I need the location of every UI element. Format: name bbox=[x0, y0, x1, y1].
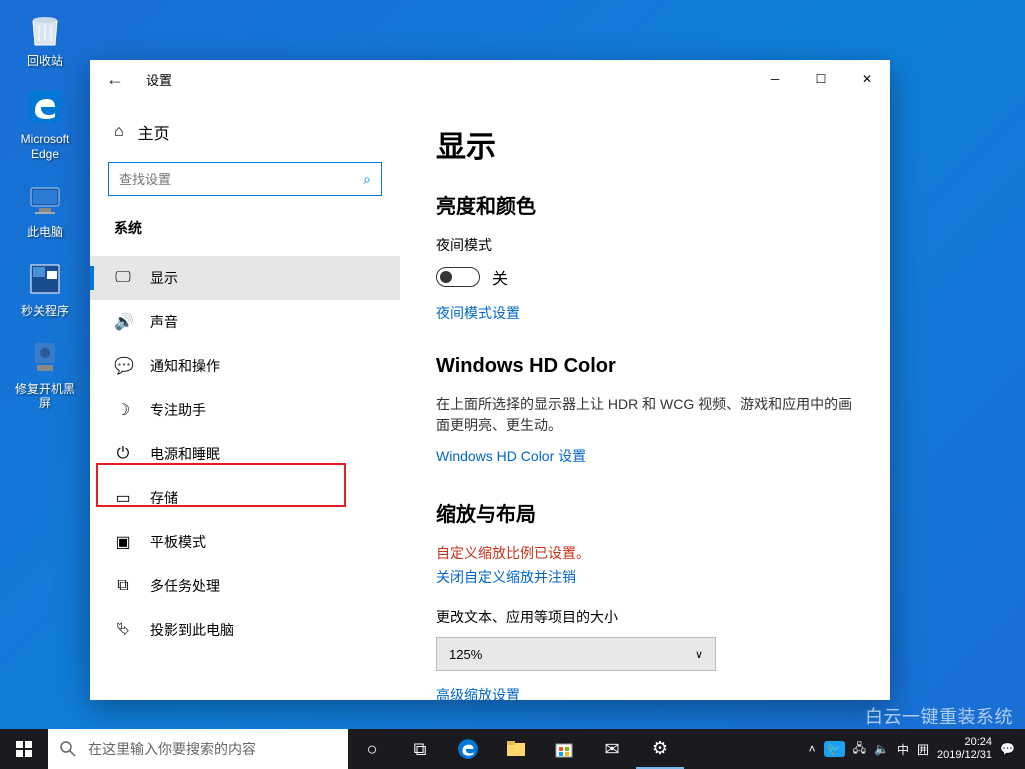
storage-icon: ▭ bbox=[114, 488, 132, 508]
desktop-icon-close-app[interactable]: 秒关程序 bbox=[10, 258, 80, 318]
taskbar-settings[interactable]: ⚙ bbox=[636, 729, 684, 769]
start-button[interactable] bbox=[0, 729, 48, 769]
night-mode-settings-link[interactable]: 夜间模式设置 bbox=[436, 303, 520, 323]
brightness-heading: 亮度和颜色 bbox=[436, 190, 860, 219]
window-title: 设置 bbox=[146, 70, 172, 89]
search-box[interactable]: ⌕ bbox=[108, 162, 382, 196]
advanced-scale-link[interactable]: 高级缩放设置 bbox=[436, 685, 520, 700]
scale-close-link[interactable]: 关闭自定义缩放并注销 bbox=[436, 567, 576, 587]
taskbar-store[interactable] bbox=[540, 729, 588, 769]
minimize-button[interactable]: ─ bbox=[752, 63, 798, 95]
search-icon: ⌕ bbox=[363, 171, 371, 188]
nav-multitask[interactable]: ⧉ 多任务处理 bbox=[90, 564, 400, 608]
home-icon: ⌂ bbox=[114, 123, 124, 141]
notifications-icon: 💬 bbox=[114, 356, 132, 376]
projecting-icon: ⮱ bbox=[114, 621, 132, 639]
night-mode-label: 夜间模式 bbox=[436, 235, 860, 255]
cortana-button[interactable]: ○ bbox=[348, 729, 396, 769]
hd-color-link[interactable]: Windows HD Color 设置 bbox=[436, 446, 586, 466]
nav-display[interactable]: 🖵 显示 bbox=[90, 256, 400, 300]
taskbar: 在这里输入你要搜索的内容 ○ ⧉ ✉ ⚙ ˄ 🐦 🖧 🔈 中 囲 20:24 2… bbox=[0, 729, 1025, 769]
this-pc-icon bbox=[24, 179, 66, 221]
nav-tablet[interactable]: ▣ 平板模式 bbox=[90, 520, 400, 564]
taskbar-edge[interactable] bbox=[444, 729, 492, 769]
taskbar-mail[interactable]: ✉ bbox=[588, 729, 636, 769]
chevron-down-icon: ∨ bbox=[695, 648, 703, 661]
scale-alert: 自定义缩放比例已设置。 bbox=[436, 543, 860, 563]
home-button[interactable]: ⌂ 主页 bbox=[90, 112, 400, 162]
recycle-bin-icon bbox=[24, 8, 66, 50]
task-view-button[interactable]: ⧉ bbox=[396, 729, 444, 769]
watermark: 白云一键重装系统 bbox=[865, 703, 1013, 729]
content-pane: 显示 亮度和颜色 夜间模式 关 夜间模式设置 Windows HD Color … bbox=[400, 98, 890, 700]
desktop-icon-this-pc[interactable]: 此电脑 bbox=[10, 179, 80, 239]
system-tray[interactable]: ˄ 🐦 🖧 🔈 中 囲 20:24 2019/12/31 💬 bbox=[809, 736, 1025, 762]
night-mode-state: 关 bbox=[492, 265, 508, 289]
page-title: 显示 bbox=[436, 122, 860, 166]
section-label: 系统 bbox=[90, 218, 400, 256]
nav-notifications[interactable]: 💬 通知和操作 bbox=[90, 344, 400, 388]
search-input[interactable] bbox=[119, 172, 363, 187]
tray-notifications-icon[interactable]: 💬 bbox=[1000, 742, 1015, 756]
scale-change-label: 更改文本、应用等项目的大小 bbox=[436, 607, 860, 627]
hd-color-heading: Windows HD Color bbox=[436, 355, 860, 378]
desktop-icon-edge[interactable]: Microsoft Edge bbox=[10, 86, 80, 161]
tray-chevron-up-icon[interactable]: ˄ bbox=[809, 742, 816, 756]
tablet-icon: ▣ bbox=[114, 532, 132, 552]
back-button[interactable]: ← bbox=[102, 65, 128, 94]
night-mode-toggle[interactable] bbox=[436, 267, 480, 287]
nav-projecting[interactable]: ⮱ 投影到此电脑 bbox=[90, 608, 400, 652]
power-icon: ⏻ bbox=[114, 445, 132, 463]
taskbar-explorer[interactable] bbox=[492, 729, 540, 769]
tray-network-icon[interactable]: 🖧 bbox=[853, 739, 866, 760]
taskbar-search[interactable]: 在这里输入你要搜索的内容 bbox=[48, 729, 348, 769]
sound-icon: 🔊 bbox=[114, 312, 132, 332]
nav-storage[interactable]: ▭ 存储 bbox=[90, 476, 400, 520]
scale-heading: 缩放与布局 bbox=[436, 498, 860, 527]
display-icon: 🖵 bbox=[114, 269, 132, 287]
search-icon bbox=[60, 741, 76, 757]
nav-sound[interactable]: 🔊 声音 bbox=[90, 300, 400, 344]
close-app-icon bbox=[24, 258, 66, 300]
close-button[interactable]: ✕ bbox=[844, 63, 890, 95]
focus-icon: ☽ bbox=[114, 400, 132, 420]
tray-clock[interactable]: 20:24 2019/12/31 bbox=[937, 736, 992, 762]
tray-volume-icon[interactable]: 🔈 bbox=[874, 742, 889, 756]
sidebar: ⌂ 主页 ⌕ 系统 🖵 显示 🔊 声音 💬 通知和操作 bbox=[90, 98, 400, 700]
tray-ime-2[interactable]: 囲 bbox=[917, 741, 929, 758]
tray-twitter-icon[interactable]: 🐦 bbox=[824, 741, 845, 757]
tray-ime-1[interactable]: 中 bbox=[897, 741, 909, 758]
nav-power[interactable]: ⏻ 电源和睡眠 bbox=[90, 432, 400, 476]
multitask-icon: ⧉ bbox=[114, 577, 132, 595]
desktop: 回收站 Microsoft Edge 此电脑 秒关程序 修复开机黑屏 bbox=[0, 0, 90, 437]
titlebar: ← 设置 ─ ☐ ✕ bbox=[90, 60, 890, 98]
edge-icon bbox=[24, 86, 66, 128]
nav-focus[interactable]: ☽ 专注助手 bbox=[90, 388, 400, 432]
desktop-icon-repair[interactable]: 修复开机黑屏 bbox=[10, 336, 80, 411]
settings-window: ← 设置 ─ ☐ ✕ ⌂ 主页 ⌕ 系统 🖵 显示 bbox=[90, 60, 890, 700]
hd-color-desc: 在上面所选择的显示器上让 HDR 和 WCG 视频、游戏和应用中的画面更明亮、更… bbox=[436, 394, 860, 436]
desktop-icon-recycle-bin[interactable]: 回收站 bbox=[10, 8, 80, 68]
scale-dropdown[interactable]: 125% ∨ bbox=[436, 637, 716, 671]
maximize-button[interactable]: ☐ bbox=[798, 63, 844, 95]
repair-icon bbox=[24, 336, 66, 378]
